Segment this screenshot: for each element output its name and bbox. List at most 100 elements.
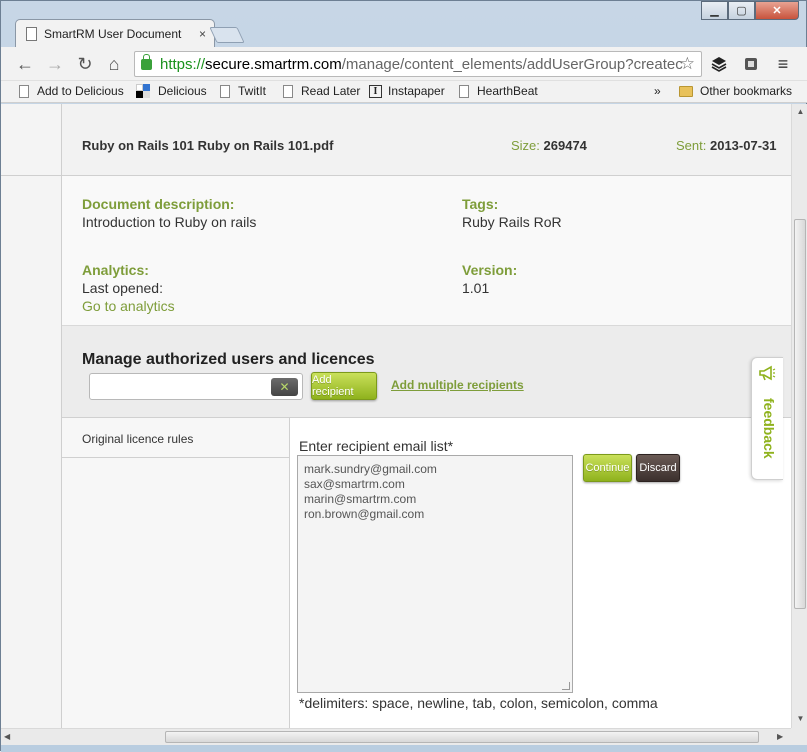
evernote-extension-icon[interactable] [741, 55, 761, 73]
other-bookmarks-label: Other bookmarks [700, 84, 793, 98]
tab-strip: SmartRM User Document × ▁ ▢ ✕ [1, 1, 807, 48]
bookmark-add-to-delicious[interactable]: Add to Delicious [19, 84, 124, 98]
clear-icon[interactable]: ✕ [271, 378, 298, 396]
add-recipient-button[interactable]: Add recipient [311, 372, 377, 400]
tab-close-icon[interactable]: × [199, 27, 206, 41]
bookmark-label: Read Later [301, 84, 361, 98]
document-icon [26, 27, 37, 41]
file-size: Size: 269474 [511, 138, 587, 153]
tags-label: Tags: [462, 196, 499, 212]
resize-handle[interactable] [562, 682, 570, 690]
url-host: secure.smartrm.com [205, 55, 342, 73]
layers-extension-icon[interactable] [709, 55, 729, 73]
star-icon[interactable]: ☆ [680, 54, 695, 74]
version-label: Version: [462, 262, 518, 278]
original-licence-rules-item[interactable]: Original licence rules [62, 418, 290, 458]
instapaper-icon: I [369, 84, 382, 98]
left-column [1, 104, 62, 728]
close-window-button[interactable]: ✕ [755, 1, 799, 20]
url-path: /manage/content_elements/addUserGroup?cr… [341, 55, 683, 73]
back-icon[interactable]: ← [13, 52, 37, 76]
document-panel: Ruby on Rails 101 Ruby on Rails 101.pdf … [62, 104, 791, 728]
recipient-email-textarea[interactable]: mark.sundry@gmail.com sax@smartrm.com ma… [297, 455, 573, 693]
window-controls: ▁ ▢ ✕ [701, 1, 799, 21]
scroll-right-icon[interactable]: ▶ [777, 732, 788, 743]
bookmark-label: Instapaper [388, 84, 445, 98]
megaphone-icon [757, 363, 777, 383]
divider [1, 175, 62, 176]
url-scheme: https:// [160, 55, 206, 73]
scroll-down-icon[interactable]: ▼ [795, 714, 806, 725]
document-details: Document description: Introduction to Ru… [62, 176, 791, 326]
scroll-up-icon[interactable]: ▲ [795, 107, 806, 118]
file-header: Ruby on Rails 101 Ruby on Rails 101.pdf … [62, 104, 791, 176]
add-multiple-recipients-link[interactable]: Add multiple recipients [391, 378, 524, 392]
recipient-search-input[interactable]: ✕ [89, 373, 303, 400]
bookmarks-overflow-icon[interactable]: » [654, 84, 661, 98]
section-title: Manage authorized users and licences [82, 351, 375, 368]
last-opened-label: Last opened: [82, 280, 163, 296]
description-value: Introduction to Ruby on rails [82, 214, 257, 230]
url-text: https://secure.smartrm.com/manage/conten… [160, 56, 701, 73]
delicious-icon [136, 84, 150, 98]
delimiters-note: *delimiters: space, newline, tab, colon,… [299, 695, 658, 711]
page-icon [459, 84, 469, 98]
bookmark-label: Add to Delicious [37, 84, 124, 98]
tab-smartrm[interactable]: SmartRM User Document × [15, 19, 215, 48]
sent-label: Sent: [676, 138, 707, 153]
page-viewport: Ruby on Rails 101 Ruby on Rails 101.pdf … [1, 104, 791, 728]
scrollbar-corner [791, 728, 807, 745]
vertical-scrollbar[interactable]: ▲ ▼ [791, 104, 807, 728]
menu-icon[interactable]: ≡ [773, 54, 793, 74]
recipient-list-label: Enter recipient email list* [299, 438, 454, 454]
discard-button[interactable]: Discard [636, 454, 680, 482]
bookmark-hearthbeat[interactable]: HearthBeat [459, 84, 538, 98]
other-bookmarks[interactable]: Other bookmarks [679, 84, 792, 98]
manage-users-section: Manage authorized users and licences ✕ A… [62, 326, 791, 418]
horizontal-scrollbar[interactable]: ◀ ▶ [1, 728, 791, 745]
browser-toolbar: ← → ↻ ⌂ https://secure.smartrm.com/manag… [1, 47, 807, 81]
horizontal-scroll-thumb[interactable] [165, 731, 759, 743]
continue-button[interactable]: Continue [583, 454, 632, 482]
minimize-button[interactable]: ▁ [701, 1, 728, 20]
bookmark-label: Delicious [158, 84, 207, 98]
size-value: 269474 [543, 138, 587, 153]
email-line: marin@smartrm.com [304, 492, 417, 506]
bookmark-delicious[interactable]: Delicious [136, 84, 207, 98]
bookmarks-bar: Add to Delicious Delicious TwitIt Read L… [1, 81, 807, 103]
email-line: mark.sundry@gmail.com [304, 462, 437, 476]
feedback-tab[interactable]: feedback [751, 357, 783, 480]
reload-icon[interactable]: ↻ [73, 52, 97, 76]
bookmark-twitit[interactable]: TwitIt [220, 84, 266, 98]
email-line: sax@smartrm.com [304, 477, 405, 491]
scroll-left-icon[interactable]: ◀ [4, 732, 15, 743]
page-icon [283, 84, 293, 98]
browser-window: SmartRM User Document × ▁ ▢ ✕ ← → ↻ ⌂ ht… [0, 0, 807, 752]
bookmark-read-later[interactable]: Read Later [283, 84, 360, 98]
go-to-analytics-link[interactable]: Go to analytics [82, 298, 175, 314]
email-line: ron.brown@gmail.com [304, 507, 425, 521]
bookmark-label: HearthBeat [477, 84, 538, 98]
forward-icon[interactable]: → [43, 52, 67, 76]
page-icon [19, 84, 29, 98]
folder-icon [679, 85, 693, 97]
sent-value: 2013-07-31 [709, 138, 777, 153]
bookmark-label: TwitIt [238, 84, 267, 98]
file-name: Ruby on Rails 101 Ruby on Rails 101.pdf [82, 138, 334, 153]
vertical-scroll-thumb[interactable] [794, 219, 806, 609]
description-label: Document description: [82, 196, 235, 212]
file-sent: Sent: 2013-07-31 [676, 138, 776, 153]
feedback-label: feedback [761, 398, 777, 459]
rules-sidebar: Original licence rules [62, 418, 290, 728]
tags-value: Ruby Rails RoR [462, 214, 562, 230]
version-value: 1.01 [462, 280, 490, 296]
recipient-area: Original licence rules Enter recipient e… [62, 418, 791, 728]
size-label: Size: [511, 138, 540, 153]
home-icon[interactable]: ⌂ [102, 52, 126, 76]
maximize-button[interactable]: ▢ [728, 1, 755, 20]
lock-icon [141, 53, 152, 70]
page-icon [220, 84, 230, 98]
address-bar[interactable]: https://secure.smartrm.com/manage/conten… [134, 51, 702, 77]
bookmark-instapaper[interactable]: I Instapaper [369, 84, 445, 98]
analytics-label: Analytics: [82, 262, 149, 278]
